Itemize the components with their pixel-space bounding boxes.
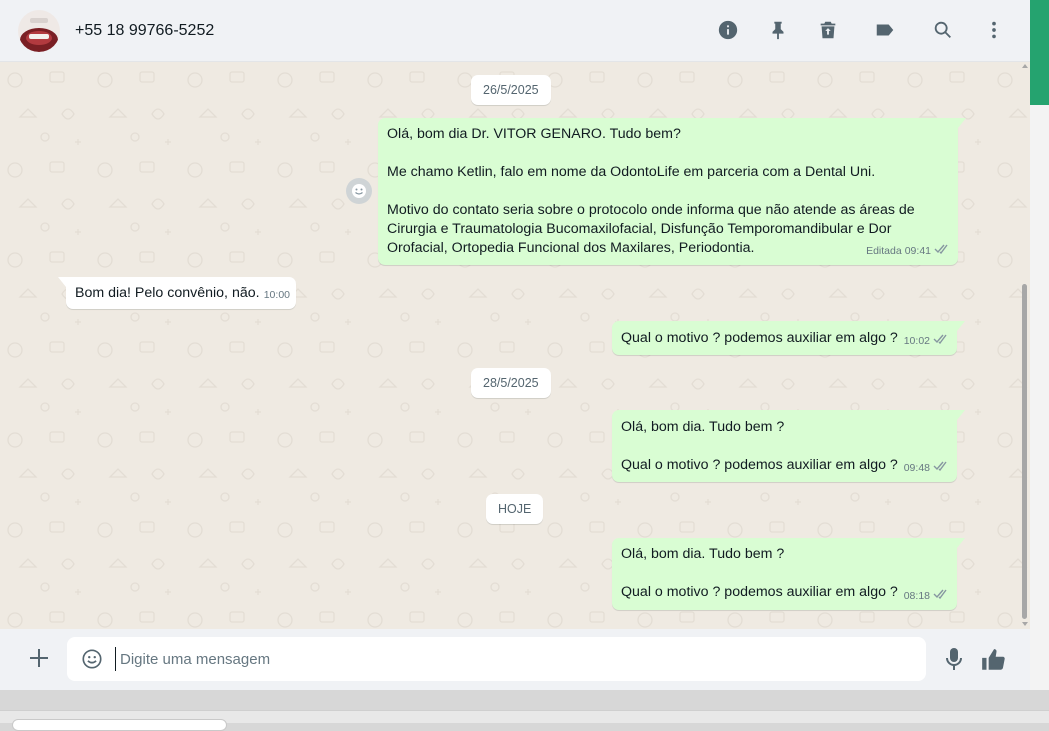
message-list[interactable]: 26/5/2025 Olá, bom dia Dr. VITOR GENARO.…	[0, 62, 1030, 629]
contact-name[interactable]: +55 18 99766-5252	[75, 22, 214, 40]
chat-scrollbar[interactable]	[1020, 62, 1030, 629]
message-time: 09:41	[904, 245, 931, 257]
message-input[interactable]	[115, 647, 905, 671]
label-icon[interactable]	[872, 17, 898, 43]
emoji-reaction-icon[interactable]	[346, 178, 372, 204]
read-ticks-icon	[934, 242, 950, 261]
message-bubble-outgoing[interactable]: Olá, bom dia. Tudo bem ? Qual o motivo ?…	[612, 410, 965, 482]
message-bubble-incoming[interactable]: Bom dia! Pelo convênio, não. 10:00	[58, 277, 296, 309]
message-time: 10:00	[263, 289, 290, 301]
message-meta: 09:48	[904, 459, 949, 478]
archive-icon[interactable]	[815, 17, 841, 43]
scroll-down-arrow-icon[interactable]	[1022, 622, 1028, 626]
info-icon[interactable]	[715, 17, 741, 43]
message-text: Bom dia! Pelo convênio, não.	[75, 285, 260, 301]
os-taskbar	[0, 710, 1049, 731]
chat-header: +55 18 99766-5252	[0, 0, 1030, 62]
message-meta: Editada 09:41	[866, 242, 950, 261]
message-input-box[interactable]	[67, 637, 926, 681]
message-time: 09:48	[903, 462, 930, 474]
taskbar-search-box[interactable]	[12, 719, 227, 731]
plus-icon	[30, 649, 48, 667]
message-bubble-outgoing[interactable]: Qual o motivo ? podemos auxiliar em algo…	[612, 321, 965, 355]
read-ticks-icon	[933, 332, 949, 351]
message-composer	[0, 629, 1030, 690]
sticker-icon[interactable]	[81, 648, 103, 670]
attach-plus-button[interactable]	[26, 645, 52, 671]
date-chip: HOJE	[486, 494, 544, 524]
thumbs-up-icon	[982, 649, 1005, 670]
message-time: 08:18	[903, 590, 930, 602]
message-meta: 08:18	[904, 587, 949, 606]
thumbs-up-button[interactable]	[979, 646, 1007, 674]
message-bubble-outgoing[interactable]: Olá, bom dia. Tudo bem ? Qual o motivo ?…	[612, 538, 965, 610]
date-chip: 26/5/2025	[471, 75, 551, 105]
edited-label: Editada	[866, 245, 902, 257]
microphone-button[interactable]	[942, 646, 966, 672]
read-ticks-icon	[933, 459, 949, 478]
right-gutter	[1030, 105, 1049, 690]
pin-icon[interactable]	[765, 17, 791, 43]
side-accent-strip	[1030, 0, 1049, 105]
microphone-icon	[946, 648, 962, 670]
scrollbar-thumb[interactable]	[1022, 284, 1027, 619]
avatar-image	[18, 10, 60, 52]
search-icon[interactable]	[930, 17, 956, 43]
date-chip: 28/5/2025	[471, 368, 551, 398]
contact-avatar[interactable]	[18, 10, 60, 52]
message-meta: 10:00	[264, 286, 290, 305]
message-time: 10:02	[903, 335, 930, 347]
scroll-up-arrow-icon[interactable]	[1022, 64, 1028, 68]
whatsapp-window: +55 18 99766-5252 26/5/2025 Olá, bom dia…	[0, 0, 1030, 690]
menu-dots-icon[interactable]	[981, 17, 1007, 43]
message-meta: 10:02	[904, 332, 949, 351]
read-ticks-icon	[933, 587, 949, 606]
message-bubble-outgoing[interactable]: Olá, bom dia Dr. VITOR GENARO. Tudo bem?…	[378, 118, 966, 265]
